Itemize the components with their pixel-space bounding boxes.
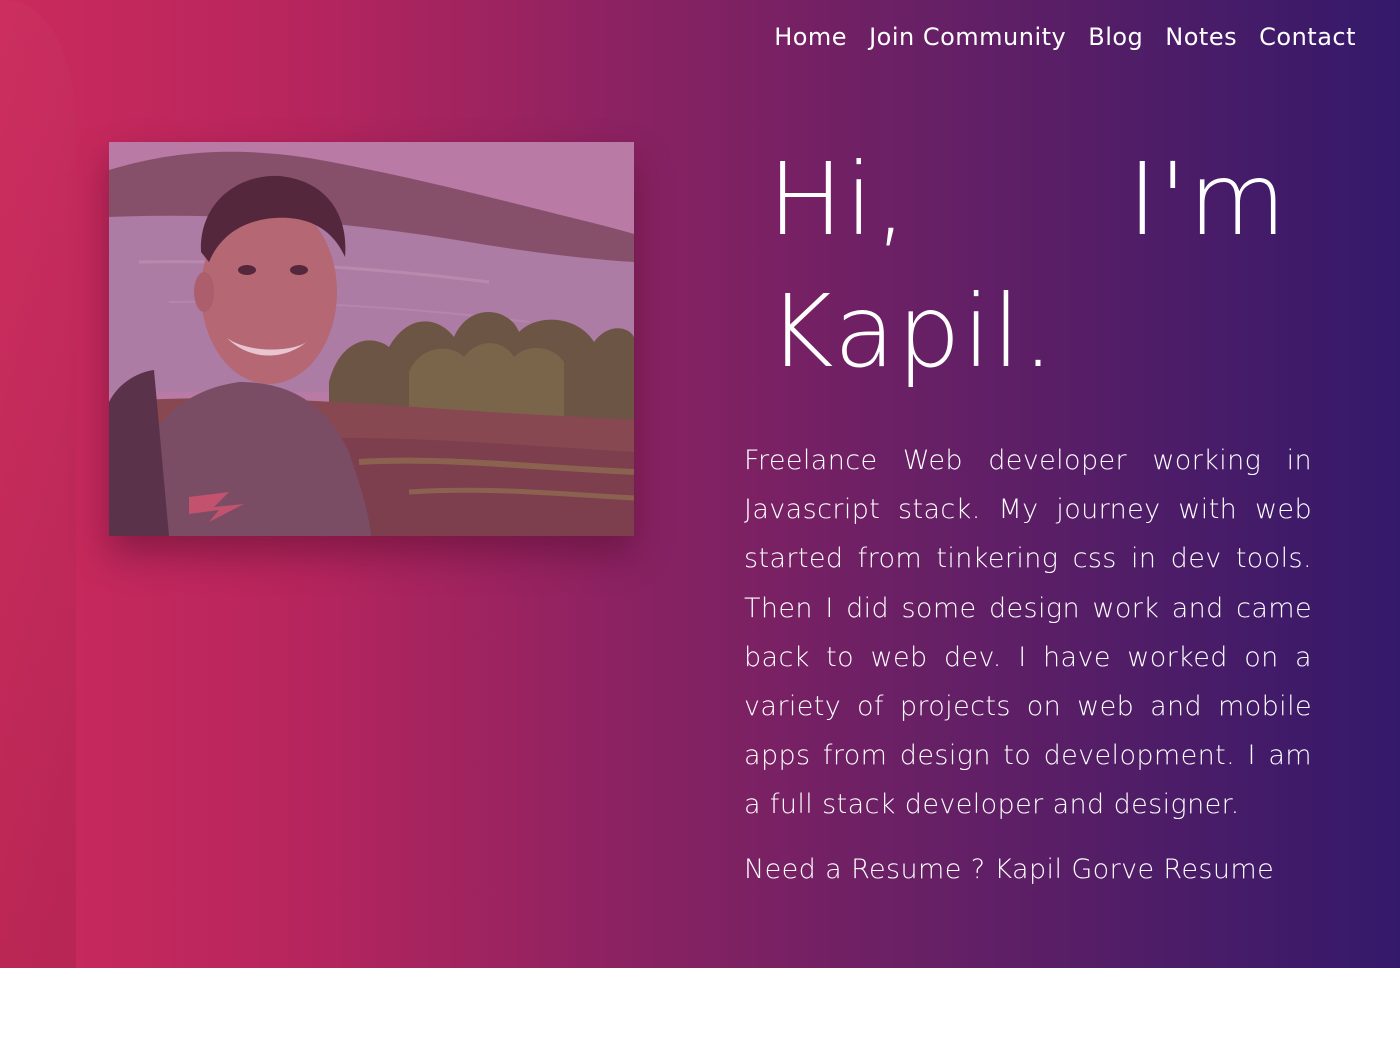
nav-join-community-link[interactable]: Join Community <box>869 18 1066 56</box>
resume-link[interactable]: Kapil Gorve Resume <box>994 854 1274 885</box>
nav-notes-link[interactable]: Notes <box>1165 18 1237 56</box>
nav-blog-link[interactable]: Blog <box>1088 18 1143 56</box>
resume-prompt: Need a Resume ? <box>744 854 986 885</box>
nav-home-link[interactable]: Home <box>774 18 847 56</box>
bio-paragraph: Freelance Web developer working in Javas… <box>744 445 1312 821</box>
hero-section: Home Join Community Blog Notes Contact H… <box>0 0 1400 968</box>
hero-side-strip <box>0 0 76 968</box>
greeting-name: Kapil. <box>768 273 1056 390</box>
profile-photo <box>109 142 634 536</box>
profile-photo-illustration <box>109 142 634 536</box>
greeting-line-1: Hi, I'm <box>768 134 1288 266</box>
hero-greeting: Hi, I'm Kapil. <box>768 134 1308 398</box>
nav-contact-link[interactable]: Contact <box>1259 18 1356 56</box>
greeting-hi: Hi, <box>768 141 909 258</box>
top-nav: Home Join Community Blog Notes Contact <box>774 18 1356 56</box>
greeting-im: I'm <box>1127 141 1288 258</box>
resume-line: Need a Resume ? Kapil Gorve Resume <box>744 854 1274 885</box>
